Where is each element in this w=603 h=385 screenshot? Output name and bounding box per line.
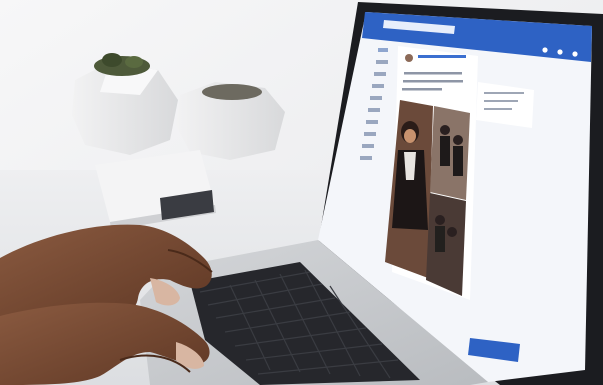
right-column-line (484, 100, 518, 102)
photo-scene (0, 0, 603, 385)
notification-icon[interactable] (542, 47, 548, 53)
friends-icon[interactable] (572, 51, 578, 57)
post-text-line (402, 88, 442, 91)
sidebar-item[interactable] (374, 72, 386, 76)
post-photo[interactable] (385, 100, 470, 296)
post-text-line (404, 72, 462, 75)
right-column-box (476, 82, 534, 128)
post-text-line (403, 80, 463, 83)
post-author-line (418, 55, 466, 58)
sidebar-item[interactable] (360, 156, 372, 160)
right-column-line (484, 92, 524, 94)
sidebar-item[interactable] (364, 132, 376, 136)
sidebar-item[interactable] (370, 96, 382, 100)
plant-pot-right (176, 82, 285, 160)
avatar (405, 54, 413, 62)
sidebar-item[interactable] (378, 48, 388, 52)
sidebar-item[interactable] (362, 144, 374, 148)
sidebar-item[interactable] (366, 120, 378, 124)
sidebar-item[interactable] (368, 108, 380, 112)
right-column-line (484, 108, 512, 110)
sidebar-item[interactable] (376, 60, 388, 64)
sidebar-item[interactable] (372, 84, 384, 88)
messages-icon[interactable] (557, 49, 563, 55)
